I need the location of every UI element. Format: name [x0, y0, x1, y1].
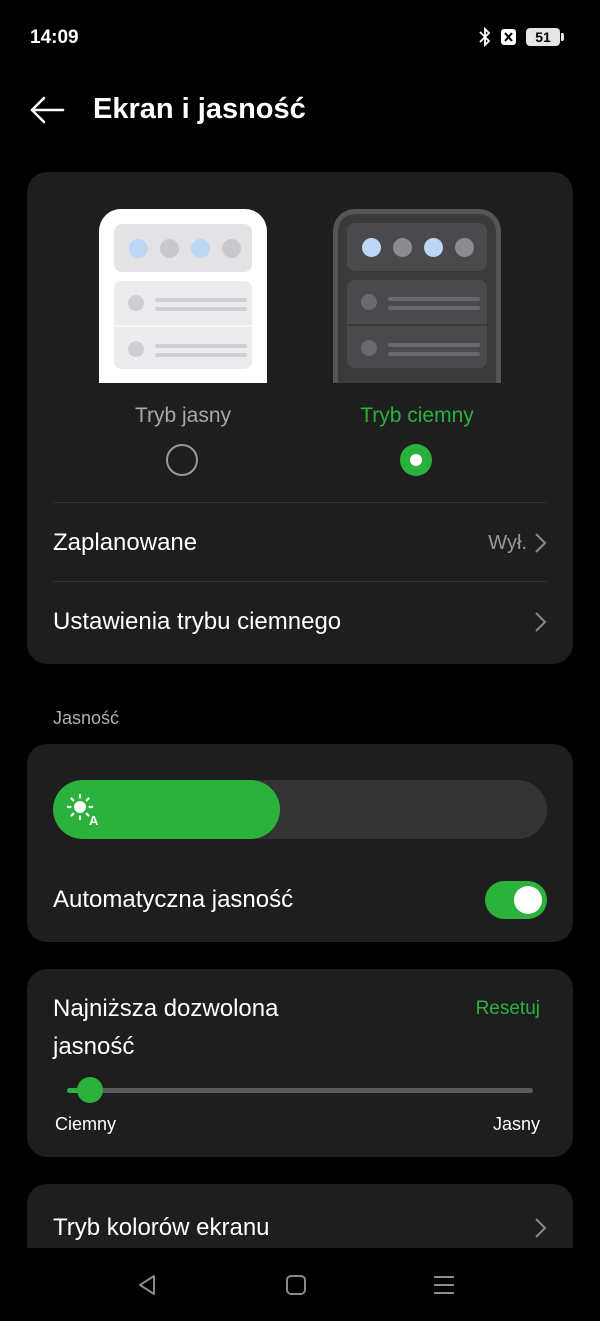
battery-icon: 51 [526, 28, 564, 46]
min-brightness-card: Najniższa dozwolona jasność Resetuj Ciem… [27, 969, 573, 1157]
chevron-right-icon [535, 1218, 547, 1238]
dark-mode-settings-label: Ustawienia trybu ciemnego [53, 608, 342, 635]
divider [53, 502, 547, 503]
nav-recents-button[interactable] [424, 1270, 464, 1300]
scheduled-value: Wył. [488, 531, 527, 554]
color-mode-row[interactable]: Tryb kolorów ekranu [27, 1184, 573, 1248]
light-mode-radio[interactable] [166, 444, 198, 476]
nav-home-button[interactable] [276, 1270, 316, 1300]
light-mode-label: Tryb jasny [134, 404, 232, 427]
back-button[interactable] [26, 90, 68, 130]
brightness-slider[interactable]: A [53, 780, 547, 839]
auto-brightness-row: Automatyczna jasność [53, 874, 547, 926]
navigation-bar [0, 1248, 600, 1321]
svg-text:A: A [89, 813, 99, 826]
menu-lines-icon [434, 1276, 454, 1294]
min-brightness-thumb[interactable] [77, 1077, 104, 1103]
reset-button[interactable]: Resetuj [476, 998, 540, 1020]
brightness-section-label: Jasność [53, 708, 120, 728]
auto-brightness-label: Automatyczna jasność [53, 886, 294, 913]
scheduled-row[interactable]: Zaplanowane Wył. [53, 504, 547, 582]
brightness-card: A Automatyczna jasność [27, 744, 573, 942]
nav-back-button[interactable] [127, 1270, 167, 1300]
min-brightness-dark-label: Ciemny [55, 1114, 117, 1134]
bluetooth-icon [479, 27, 491, 47]
back-arrow-icon [30, 96, 65, 124]
min-brightness-slider[interactable] [67, 1077, 533, 1103]
chevron-right-icon [535, 533, 547, 553]
min-brightness-title: Najniższa dozwolona jasność [53, 995, 279, 1060]
min-brightness-bright-label: Jasny [492, 1114, 540, 1134]
scheduled-label: Zaplanowane [53, 529, 198, 556]
dark-mode-settings-row[interactable]: Ustawienia trybu ciemnego [53, 583, 547, 661]
no-sim-icon [501, 29, 516, 45]
square-home-icon [286, 1275, 306, 1295]
page-title: Ekran i jasność [93, 93, 306, 125]
divider [53, 581, 547, 582]
auto-brightness-sun-icon: A [67, 794, 99, 826]
theme-mode-card: Tryb jasny Tryb ciemny Zaplanowane Wył. … [27, 172, 573, 664]
dark-mode-label: Tryb ciemny [360, 404, 474, 427]
color-mode-label: Tryb kolorów ekranu [53, 1214, 270, 1241]
status-icons: 51 [479, 27, 564, 47]
chevron-right-icon [535, 612, 547, 632]
status-time: 14:09 [30, 27, 79, 48]
triangle-back-icon [139, 1275, 155, 1295]
auto-brightness-toggle[interactable] [485, 881, 547, 919]
dark-mode-radio[interactable] [400, 444, 432, 476]
light-mode-preview[interactable] [99, 209, 267, 383]
dark-mode-preview[interactable] [333, 209, 501, 383]
